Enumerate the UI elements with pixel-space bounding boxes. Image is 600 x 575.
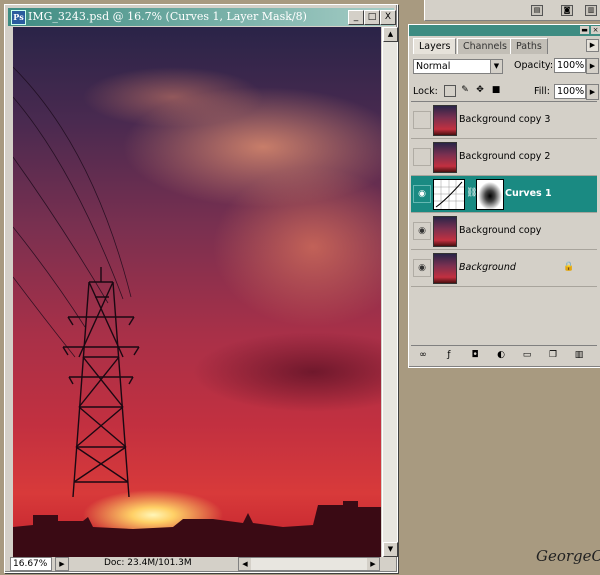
chevron-down-icon[interactable]: ▼ — [490, 60, 502, 73]
lock-transparency-icon[interactable] — [444, 85, 456, 97]
horizontal-scrollbar[interactable]: ◀ ▶ — [238, 557, 380, 571]
maximize-button[interactable]: □ — [364, 10, 380, 25]
lock-label: Lock: — [413, 86, 438, 97]
scroll-right-icon[interactable]: ▶ — [367, 558, 379, 570]
opacity-slider-icon[interactable]: ▶ — [586, 58, 599, 74]
layer-name: Background copy — [459, 225, 542, 236]
chain-link-icon[interactable]: ⛓ — [466, 187, 477, 199]
photoshop-icon[interactable]: Ps — [11, 10, 26, 25]
layer-name: Background copy 2 — [459, 151, 551, 162]
new-group-icon[interactable]: ▭ — [521, 350, 533, 361]
layer-row-background-copy-2[interactable]: Background copy 2 — [411, 139, 597, 176]
palette-close-icon[interactable]: × — [591, 26, 600, 34]
layer-style-icon[interactable]: ƒ — [443, 350, 455, 361]
layer-name: Background — [459, 262, 516, 273]
eye-icon[interactable]: ◉ — [413, 185, 431, 203]
adjustment-layer-icon[interactable]: ◐ — [495, 350, 507, 361]
layer-row-background[interactable]: ◉ Background 🔒 — [411, 250, 597, 287]
palette-menu-icon[interactable]: ▶ — [586, 39, 599, 52]
layer-mask-thumbnail[interactable] — [476, 179, 504, 210]
camera-icon[interactable]: ◙ — [561, 5, 573, 16]
lock-pixels-icon[interactable]: ✎ — [460, 85, 470, 95]
document-title-bar[interactable]: Ps IMG_3243.psd @ 16.7% (Curves 1, Layer… — [8, 8, 396, 26]
sunset-pylon-image — [13, 66, 140, 498]
document-window: Ps IMG_3243.psd @ 16.7% (Curves 1, Layer… — [4, 4, 398, 573]
layer-thumbnail — [433, 253, 457, 284]
close-button[interactable]: X — [380, 10, 396, 25]
blend-mode-value: Normal — [416, 61, 451, 72]
new-layer-icon[interactable]: ❐ — [547, 350, 559, 361]
scroll-up-icon[interactable]: ▲ — [383, 27, 398, 42]
visibility-toggle[interactable] — [413, 111, 431, 129]
doc-size-info: Doc: 23.4M/101.3M — [104, 558, 192, 568]
lock-icon: 🔒 — [563, 262, 575, 272]
layer-row-background-copy[interactable]: ◉ Background copy — [411, 213, 597, 250]
layer-thumbnail — [433, 216, 457, 247]
trash-icon[interactable]: ▥ — [573, 350, 585, 361]
signature: GeorgeC — [536, 547, 600, 565]
fill-label: Fill: — [534, 86, 550, 97]
trash-icon[interactable]: ▥ — [585, 5, 597, 16]
fill-slider-icon[interactable]: ▶ — [586, 84, 599, 100]
zoom-input[interactable]: 16.67% — [10, 557, 52, 571]
lock-position-icon[interactable]: ✥ — [475, 85, 485, 95]
visibility-toggle[interactable] — [413, 148, 431, 166]
layer-row-curves-1[interactable]: ◉ ⛓ Curves 1 — [411, 176, 597, 213]
lock-all-icon[interactable]: ■ — [491, 85, 501, 95]
palette-title-strip[interactable]: ▬ × — [409, 25, 600, 36]
palette-minimize-icon[interactable]: ▬ — [580, 26, 589, 34]
palette-footer: ∞ ƒ ◘ ◐ ▭ ❐ ▥ — [411, 345, 597, 364]
layer-list: Background copy 3 Background copy 2 ◉ ⛓ … — [411, 101, 597, 342]
eye-icon[interactable]: ◉ — [413, 259, 431, 277]
tab-channels[interactable]: Channels — [457, 38, 513, 54]
layer-row-background-copy-3[interactable]: Background copy 3 — [411, 102, 597, 139]
link-layers-icon[interactable]: ∞ — [417, 350, 429, 361]
layer-name: Curves 1 — [505, 188, 552, 199]
palette-button-icon[interactable]: ▤ — [531, 5, 543, 16]
layer-thumbnail — [433, 105, 457, 136]
blend-mode-select[interactable]: Normal ▼ — [413, 59, 503, 74]
minimize-button[interactable]: _ — [348, 10, 364, 25]
layers-palette: ▬ × Layers Channels Paths ▶ Normal ▼ Opa… — [408, 24, 600, 368]
scroll-down-icon[interactable]: ▼ — [383, 542, 398, 557]
curves-adjustment-icon — [433, 179, 465, 210]
tab-layers[interactable]: Layers — [413, 38, 457, 54]
fill-input[interactable]: 100% — [554, 84, 586, 99]
opacity-label: Opacity: — [514, 60, 554, 71]
status-bar: 16.67% ▶ Doc: 23.4M/101.3M ◀ ▶ — [8, 557, 394, 571]
vertical-scrollbar[interactable]: ▲ ▼ — [382, 27, 398, 557]
eye-icon[interactable]: ◉ — [413, 222, 431, 240]
layer-thumbnail — [433, 142, 457, 173]
skyline-silhouette — [13, 501, 381, 557]
image-canvas[interactable] — [13, 27, 381, 557]
opacity-input[interactable]: 100% — [554, 58, 586, 73]
tab-paths[interactable]: Paths — [510, 38, 548, 54]
scroll-left-icon[interactable]: ◀ — [239, 558, 251, 570]
layer-mask-icon[interactable]: ◘ — [469, 350, 481, 361]
document-title: IMG_3243.psd @ 16.7% (Curves 1, Layer Ma… — [28, 10, 307, 23]
top-palette-strip: ▤ ◙ ▥ — [424, 0, 600, 21]
status-menu-icon[interactable]: ▶ — [55, 557, 69, 571]
layer-name: Background copy 3 — [459, 114, 551, 125]
